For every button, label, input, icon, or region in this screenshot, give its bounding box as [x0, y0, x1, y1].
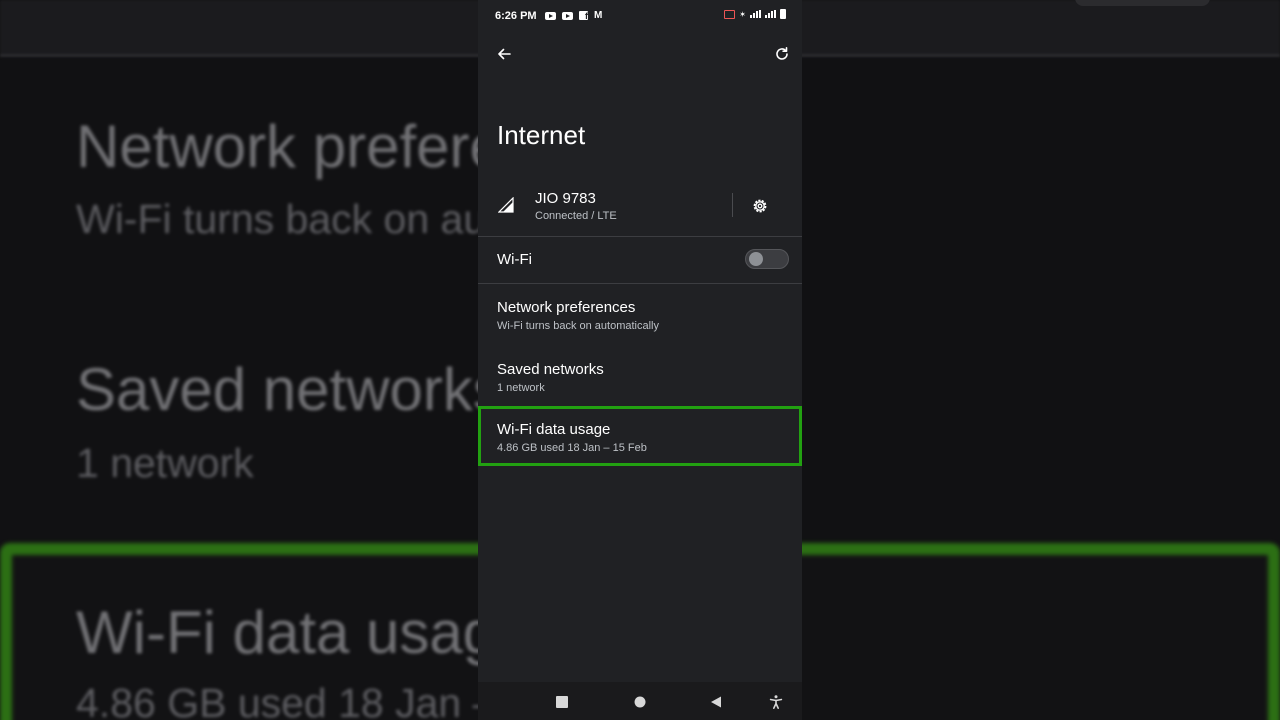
wifi-toggle[interactable] [745, 249, 789, 269]
divider [478, 283, 802, 284]
page-title: Internet [497, 120, 586, 150]
list-item-title: Wi-Fi data usage [497, 421, 611, 438]
home-button[interactable] [630, 692, 650, 712]
gear-icon [753, 199, 767, 213]
navigation-bar [478, 682, 802, 720]
toggle-knob [749, 252, 763, 266]
list-item-subtitle: 4.86 GB used 18 Jan – 15 Feb [497, 442, 647, 454]
nav-back-button[interactable] [706, 692, 726, 712]
gmail-icon: M [594, 10, 603, 21]
signal-icon [765, 10, 776, 18]
back-button[interactable] [490, 40, 518, 68]
youtube-icon [562, 12, 573, 20]
list-item-network-preferences[interactable]: Network preferences Wi-Fi turns back on … [478, 285, 802, 345]
arrow-left-icon [498, 48, 511, 60]
carrier-name: JIO 9783 [535, 190, 596, 207]
notification-icons: f M [545, 10, 602, 21]
home-icon [634, 696, 646, 708]
list-item-subtitle: Wi-Fi turns back on automatically [497, 320, 659, 332]
carrier-divider [732, 193, 733, 217]
wifi-toggle-row[interactable]: Wi-Fi [478, 237, 802, 283]
cast-icon [724, 9, 736, 19]
accessibility-button[interactable] [766, 692, 786, 712]
carrier-status: Connected / LTE [535, 210, 617, 222]
wifi-label: Wi-Fi [497, 251, 532, 268]
list-item-wifi-data-usage[interactable]: Wi-Fi data usage 4.86 GB used 18 Jan – 1… [478, 406, 802, 466]
list-item-saved-networks[interactable]: Saved networks 1 network [478, 347, 802, 407]
battery-icon [780, 9, 786, 19]
signal-icon [750, 10, 761, 18]
bg-pill [1075, 0, 1210, 6]
youtube-icon [545, 12, 556, 20]
carrier-settings-button[interactable] [749, 195, 771, 217]
bg-wifi-data-usage-title: Wi-Fi data usage [76, 599, 530, 666]
bluetooth-icon: ✶ [739, 9, 746, 19]
recents-button[interactable] [552, 692, 572, 712]
status-time: 6:26 PM [495, 10, 537, 22]
list-item-subtitle: 1 network [497, 382, 545, 394]
refresh-icon [776, 47, 788, 60]
carrier-row[interactable]: JIO 9783 Connected / LTE [478, 180, 802, 236]
app-bar [478, 32, 802, 76]
list-item-title: Network preferences [497, 299, 636, 316]
system-icons: ✶ [724, 9, 786, 19]
bg-saved-networks-title: Saved networks [76, 356, 503, 423]
status-bar: 6:26 PM f M ✶ [478, 0, 802, 32]
back-icon [711, 696, 721, 708]
refresh-button[interactable] [768, 40, 796, 68]
bg-saved-networks-subtitle: 1 network [76, 440, 254, 486]
list-item-title: Saved networks [497, 361, 604, 378]
recents-icon [556, 696, 568, 708]
cell-signal-icon [498, 197, 514, 213]
accessibility-icon [769, 695, 783, 709]
facebook-icon: f [579, 11, 588, 21]
phone-screen: 6:26 PM f M ✶ Internet JIO 9783 Connecte… [478, 0, 802, 720]
